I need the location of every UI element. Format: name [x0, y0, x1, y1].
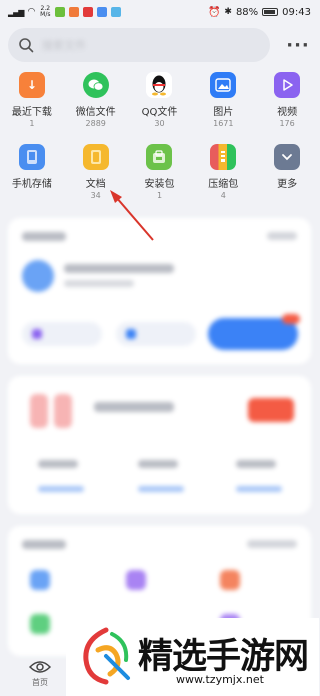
promo-stat-placeholder	[138, 460, 178, 468]
status-left: ▂▄▆ ◠ 2.2 M/s	[8, 5, 122, 18]
battery-icon	[262, 8, 279, 16]
category-count: 30	[154, 119, 165, 128]
promo-card[interactable]	[8, 376, 311, 514]
category-images[interactable]: 图片 1671	[191, 72, 255, 134]
promo-stat-placeholder	[236, 460, 276, 468]
archive-icon	[210, 144, 237, 170]
promo-illustration	[54, 394, 72, 428]
status-right: ⏰ ✱ 88% 09:43	[208, 7, 311, 18]
category-archives[interactable]: 压缩包 4	[191, 144, 255, 206]
phone-storage-icon	[18, 144, 45, 170]
more-dots-icon[interactable]: ···	[285, 35, 311, 56]
watermark-text: 精选手游网	[138, 637, 309, 677]
recent-file-name-placeholder	[64, 264, 174, 273]
red-badge	[282, 314, 300, 324]
file-manager-screen: ▂▄▆ ◠ 2.2 M/s ⏰ ✱ 88% 09:43 搜索文件 ··· ↓ 最…	[0, 0, 319, 696]
category-label: 安装包	[144, 179, 175, 190]
card-more-placeholder	[267, 232, 297, 240]
search-icon	[19, 38, 34, 53]
watermark-url: www.tzymjx.net	[176, 673, 264, 686]
signal-icon: ▂▄▆	[8, 7, 25, 17]
search-input[interactable]: 搜索文件	[8, 28, 270, 62]
home-label: 首页	[32, 677, 48, 687]
quick-action-pill[interactable]	[22, 322, 102, 346]
category-phone-storage[interactable]: 手机存储	[0, 144, 64, 206]
promo-stat-placeholder	[38, 460, 78, 468]
category-qq-files[interactable]: QQ文件 30	[128, 72, 192, 134]
category-label: 文档	[85, 179, 106, 190]
image-icon	[210, 72, 237, 98]
pill-icon	[126, 329, 136, 339]
category-count: 34	[90, 191, 101, 200]
download-icon: ↓	[18, 72, 45, 98]
category-videos[interactable]: 视频 176	[255, 72, 319, 134]
search-row: 搜索文件 ···	[8, 28, 311, 62]
tool-icon[interactable]	[30, 614, 50, 634]
category-packages[interactable]: 安装包 1	[128, 144, 192, 206]
notification-app-icon	[111, 7, 122, 17]
eye-icon	[29, 660, 51, 673]
category-label: 手机存储	[11, 179, 52, 190]
tool-icon[interactable]	[220, 570, 240, 590]
category-count: 1671	[213, 119, 234, 128]
category-label: QQ文件	[141, 107, 178, 118]
pill-icon	[32, 329, 42, 339]
watermark-panel: 精选手游网 www.tzymjx.net	[66, 618, 319, 696]
watermark-logo	[83, 627, 130, 685]
package-icon	[146, 144, 173, 170]
alarm-icon: ⏰	[207, 6, 221, 18]
category-more[interactable]: 更多	[255, 144, 319, 206]
promo-link-placeholder	[138, 486, 184, 492]
category-label: 微信文件	[75, 107, 116, 118]
promo-button[interactable]	[248, 398, 294, 422]
promo-link-placeholder	[38, 486, 84, 492]
play-icon	[274, 72, 301, 98]
network-speed: 2.2 M/s	[40, 5, 51, 18]
bluetooth-icon: ✱	[224, 7, 232, 17]
clock: 09:43	[282, 6, 311, 18]
category-label: 更多	[277, 179, 298, 190]
category-count: 1	[29, 119, 35, 128]
promo-illustration	[30, 394, 48, 428]
document-icon	[82, 144, 109, 170]
qq-penguin-icon	[146, 72, 173, 98]
category-wechat-files[interactable]: 微信文件 2889	[64, 72, 128, 134]
category-label: 最近下载	[11, 107, 52, 118]
recent-file-meta-placeholder	[64, 280, 134, 287]
category-count: 2889	[85, 119, 106, 128]
tool-icon[interactable]	[30, 570, 50, 590]
category-label: 压缩包	[208, 179, 239, 190]
category-grid: ↓ 最近下载 1 微信文件 2889 QQ文件 30 图片 1671 视频 17…	[0, 72, 319, 206]
wifi-icon: ◠	[27, 7, 36, 17]
recent-file-icon	[22, 260, 54, 292]
tools-title-placeholder	[22, 540, 66, 549]
search-placeholder: 搜索文件	[42, 39, 86, 52]
battery-percent: 88%	[235, 6, 259, 18]
category-label: 图片	[213, 107, 234, 118]
more-chevron-icon	[274, 144, 301, 170]
category-recent-downloads[interactable]: ↓ 最近下载 1	[0, 72, 64, 134]
notification-app-icon	[83, 7, 94, 17]
tool-icon[interactable]	[126, 570, 146, 590]
recent-files-card[interactable]	[8, 218, 311, 364]
category-count: 1	[156, 191, 163, 200]
quick-action-pill[interactable]	[116, 322, 196, 346]
promo-title-placeholder	[94, 402, 174, 412]
category-label: 视频	[277, 107, 298, 118]
category-documents[interactable]: 文档 34	[64, 144, 128, 206]
card-title-placeholder	[22, 232, 66, 241]
wechat-icon	[82, 72, 109, 98]
category-count: 4	[220, 191, 226, 200]
notification-app-icon	[55, 7, 66, 17]
category-count: 176	[279, 119, 295, 128]
notification-app-icon	[97, 7, 108, 17]
status-bar: ▂▄▆ ◠ 2.2 M/s ⏰ ✱ 88% 09:43	[0, 0, 319, 24]
notification-app-icon	[69, 7, 80, 17]
tools-more-placeholder	[247, 540, 297, 548]
promo-link-placeholder	[236, 486, 282, 492]
